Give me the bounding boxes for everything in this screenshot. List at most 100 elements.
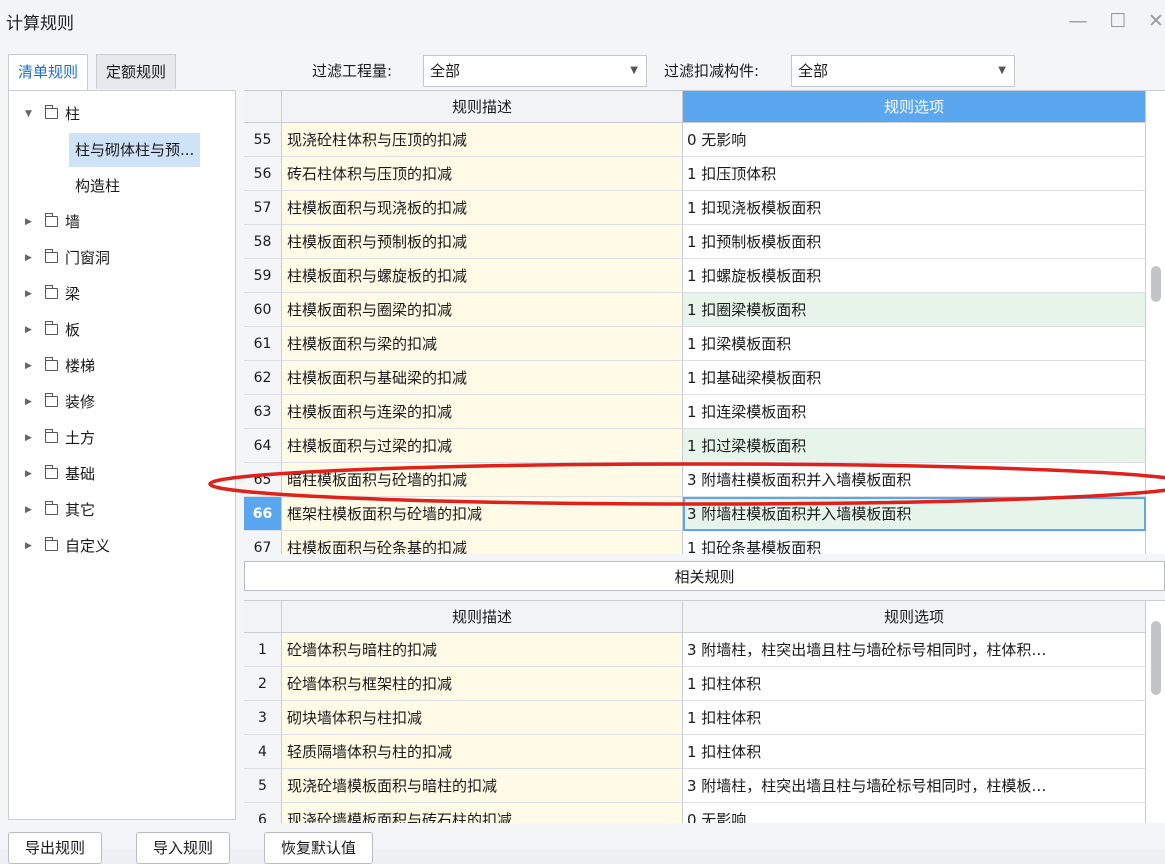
- tab-bill-rules[interactable]: 清单规则: [8, 54, 89, 91]
- import-rules-button[interactable]: 导入规则: [136, 832, 231, 864]
- tree-node-column[interactable]: ▼ 柱: [9, 97, 235, 131]
- collapsed-arrow-icon[interactable]: ▶: [25, 277, 32, 311]
- table-row[interactable]: 60 柱模板面积与圈梁的扣减 1 扣圈梁模板面积: [244, 293, 1165, 327]
- tree-node-slab[interactable]: ▶ 板: [9, 313, 235, 347]
- collapsed-arrow-icon[interactable]: ▶: [25, 529, 32, 563]
- rules-grid: 规则描述 规则选项 55 现浇砼柱体积与压顶的扣减 0 无影响 56 砖石柱体积与压顶的…: [244, 90, 1165, 554]
- tree-item-column-masonry[interactable]: 柱与砌体柱与预...: [69, 133, 201, 167]
- related-rules-grid: 规则描述 规则选项 1 砼墙体积与暗柱的扣减 3 附墙柱，柱突出墙且柱与墙砼标号相同…: [244, 600, 1165, 823]
- table-row[interactable]: 1 砼墙体积与暗柱的扣减 3 附墙柱，柱突出墙且柱与墙砼标号相同时，柱体积…: [244, 633, 1165, 667]
- grid-scrollbar-thumb[interactable]: [1151, 266, 1161, 302]
- title-bar: 计算规则 — ☐ ✕: [0, 0, 1165, 44]
- column-header-option[interactable]: 规则选项: [683, 91, 1146, 123]
- rule-option-cell[interactable]: 0 无影响: [683, 123, 1146, 157]
- row-number: 63: [244, 395, 282, 429]
- table-row[interactable]: 67 柱模板面积与砼条基的扣减 1 扣砼条基模板面积: [244, 531, 1165, 554]
- rule-option-cell[interactable]: 1 扣柱体积: [683, 667, 1146, 701]
- maximize-button[interactable]: ☐: [1100, 4, 1136, 38]
- table-row[interactable]: 61 柱模板面积与梁的扣减 1 扣梁模板面积: [244, 327, 1165, 361]
- table-row[interactable]: 4 轻质隔墙体积与柱的扣减 1 扣柱体积: [244, 735, 1165, 769]
- filter-component-value: 全部: [798, 62, 829, 80]
- row-number: 62: [244, 361, 282, 395]
- tree-node-wall[interactable]: ▶ 墙: [9, 205, 235, 239]
- collapsed-arrow-icon[interactable]: ▶: [25, 313, 32, 347]
- tree-item-constructional-column[interactable]: 构造柱: [69, 169, 126, 203]
- expanded-arrow-icon[interactable]: ▼: [25, 97, 32, 131]
- tree-node-decoration[interactable]: ▶ 装修: [9, 385, 235, 419]
- grid-header: 规则描述 规则选项: [244, 91, 1165, 123]
- related-scrollbar-thumb[interactable]: [1151, 621, 1161, 695]
- rule-option-cell[interactable]: 3 附墙柱模板面积并入墙模板面积: [683, 497, 1146, 531]
- rule-option-cell[interactable]: 1 扣螺旋板模板面积: [683, 259, 1146, 293]
- chevron-down-icon: ▼: [630, 65, 638, 76]
- tree-node-other[interactable]: ▶ 其它: [9, 493, 235, 527]
- table-row[interactable]: 63 柱模板面积与连梁的扣减 1 扣连梁模板面积: [244, 395, 1165, 429]
- table-row[interactable]: 6 现浇砼墙模板面积与砖石柱的扣减 0 无影响: [244, 803, 1165, 823]
- row-number: 6: [244, 803, 282, 823]
- rule-option-cell[interactable]: 1 扣砼条基模板面积: [683, 531, 1146, 554]
- rule-option-cell[interactable]: 1 扣梁模板面积: [683, 327, 1146, 361]
- table-row[interactable]: 62 柱模板面积与基础梁的扣减 1 扣基础梁模板面积: [244, 361, 1165, 395]
- rule-option-cell[interactable]: 3 附墙柱模板面积并入墙模板面积: [683, 463, 1146, 497]
- table-row[interactable]: 5 现浇砼墙模板面积与暗柱的扣减 3 附墙柱，柱突出墙且柱与墙砼标号相同时，柱模板…: [244, 769, 1165, 803]
- rule-option-cell[interactable]: 3 附墙柱，柱突出墙且柱与墙砼标号相同时，柱模板…: [683, 769, 1146, 803]
- table-row[interactable]: 59 柱模板面积与螺旋板的扣减 1 扣螺旋板模板面积: [244, 259, 1165, 293]
- collapsed-arrow-icon[interactable]: ▶: [25, 241, 32, 275]
- close-button[interactable]: ✕: [1138, 4, 1165, 38]
- table-row[interactable]: 2 砼墙体积与框架柱的扣减 1 扣柱体积: [244, 667, 1165, 701]
- folder-icon: [45, 537, 58, 551]
- row-number: 61: [244, 327, 282, 361]
- row-number: 4: [244, 735, 282, 769]
- rule-option-cell[interactable]: 1 扣压顶体积: [683, 157, 1146, 191]
- tree-node-foundation[interactable]: ▶ 基础: [9, 457, 235, 491]
- tree-node-stairs[interactable]: ▶ 楼梯: [9, 349, 235, 383]
- column-header-description[interactable]: 规则描述: [282, 91, 683, 123]
- table-row[interactable]: 56 砖石柱体积与压顶的扣减 1 扣压顶体积: [244, 157, 1165, 191]
- rule-option-cell[interactable]: 1 扣圈梁模板面积: [683, 293, 1146, 327]
- collapsed-arrow-icon[interactable]: ▶: [25, 421, 32, 455]
- table-row[interactable]: 66 框架柱模板面积与砼墙的扣减 3 附墙柱模板面积并入墙模板面积: [244, 497, 1165, 531]
- tree-node-custom[interactable]: ▶ 自定义: [9, 529, 235, 563]
- rule-option-cell[interactable]: 1 扣过梁模板面积: [683, 429, 1146, 463]
- rule-description: 柱模板面积与现浇板的扣减: [282, 191, 683, 225]
- rule-option-cell[interactable]: 0 无影响: [683, 803, 1146, 823]
- rule-option-cell[interactable]: 1 扣柱体积: [683, 735, 1146, 769]
- filter-quantity-select[interactable]: 全部 ▼: [423, 55, 647, 87]
- filter-component-select[interactable]: 全部 ▼: [791, 55, 1015, 87]
- rule-option-cell[interactable]: 1 扣基础梁模板面积: [683, 361, 1146, 395]
- restore-defaults-button[interactable]: 恢复默认值: [264, 832, 374, 864]
- collapsed-arrow-icon[interactable]: ▶: [25, 385, 32, 419]
- filter-quantity-label: 过滤工程量:: [312, 62, 393, 80]
- export-rules-button[interactable]: 导出规则: [8, 832, 103, 864]
- collapsed-arrow-icon[interactable]: ▶: [25, 205, 32, 239]
- tree-node-beam[interactable]: ▶ 梁: [9, 277, 235, 311]
- collapsed-arrow-icon[interactable]: ▶: [25, 457, 32, 491]
- folder-icon: [45, 357, 58, 371]
- minimize-button[interactable]: —: [1060, 4, 1096, 38]
- tab-quota-rules[interactable]: 定额规则: [96, 54, 177, 89]
- folder-icon: [45, 213, 58, 227]
- rule-option-cell[interactable]: 1 扣柱体积: [683, 701, 1146, 735]
- rule-option-cell[interactable]: 1 扣连梁模板面积: [683, 395, 1146, 429]
- collapsed-arrow-icon[interactable]: ▶: [25, 493, 32, 527]
- folder-icon: [45, 249, 58, 263]
- table-row[interactable]: 58 柱模板面积与预制板的扣减 1 扣预制板模板面积: [244, 225, 1165, 259]
- rule-option-cell[interactable]: 1 扣现浇板模板面积: [683, 191, 1146, 225]
- related-column-header-description[interactable]: 规则描述: [282, 601, 683, 633]
- table-row[interactable]: 65 暗柱模板面积与砼墙的扣减 3 附墙柱模板面积并入墙模板面积: [244, 463, 1165, 497]
- rule-description: 轻质隔墙体积与柱的扣减: [282, 735, 683, 769]
- row-number: 5: [244, 769, 282, 803]
- collapsed-arrow-icon[interactable]: ▶: [25, 349, 32, 383]
- table-row[interactable]: 64 柱模板面积与过梁的扣减 1 扣过梁模板面积: [244, 429, 1165, 463]
- rule-description: 框架柱模板面积与砼墙的扣减: [282, 497, 683, 531]
- table-row[interactable]: 3 砌块墙体积与柱扣减 1 扣柱体积: [244, 701, 1165, 735]
- rule-option-cell[interactable]: 3 附墙柱，柱突出墙且柱与墙砼标号相同时，柱体积…: [683, 633, 1146, 667]
- table-row[interactable]: 55 现浇砼柱体积与压顶的扣减 0 无影响: [244, 123, 1165, 157]
- tree-node-earthwork[interactable]: ▶ 土方: [9, 421, 235, 455]
- row-number-header: [244, 91, 282, 123]
- related-column-header-option[interactable]: 规则选项: [683, 601, 1146, 633]
- tree-node-openings[interactable]: ▶ 门窗洞: [9, 241, 235, 275]
- rule-description: 现浇砼柱体积与压顶的扣减: [282, 123, 683, 157]
- rule-option-cell[interactable]: 1 扣预制板模板面积: [683, 225, 1146, 259]
- table-row[interactable]: 57 柱模板面积与现浇板的扣减 1 扣现浇板模板面积: [244, 191, 1165, 225]
